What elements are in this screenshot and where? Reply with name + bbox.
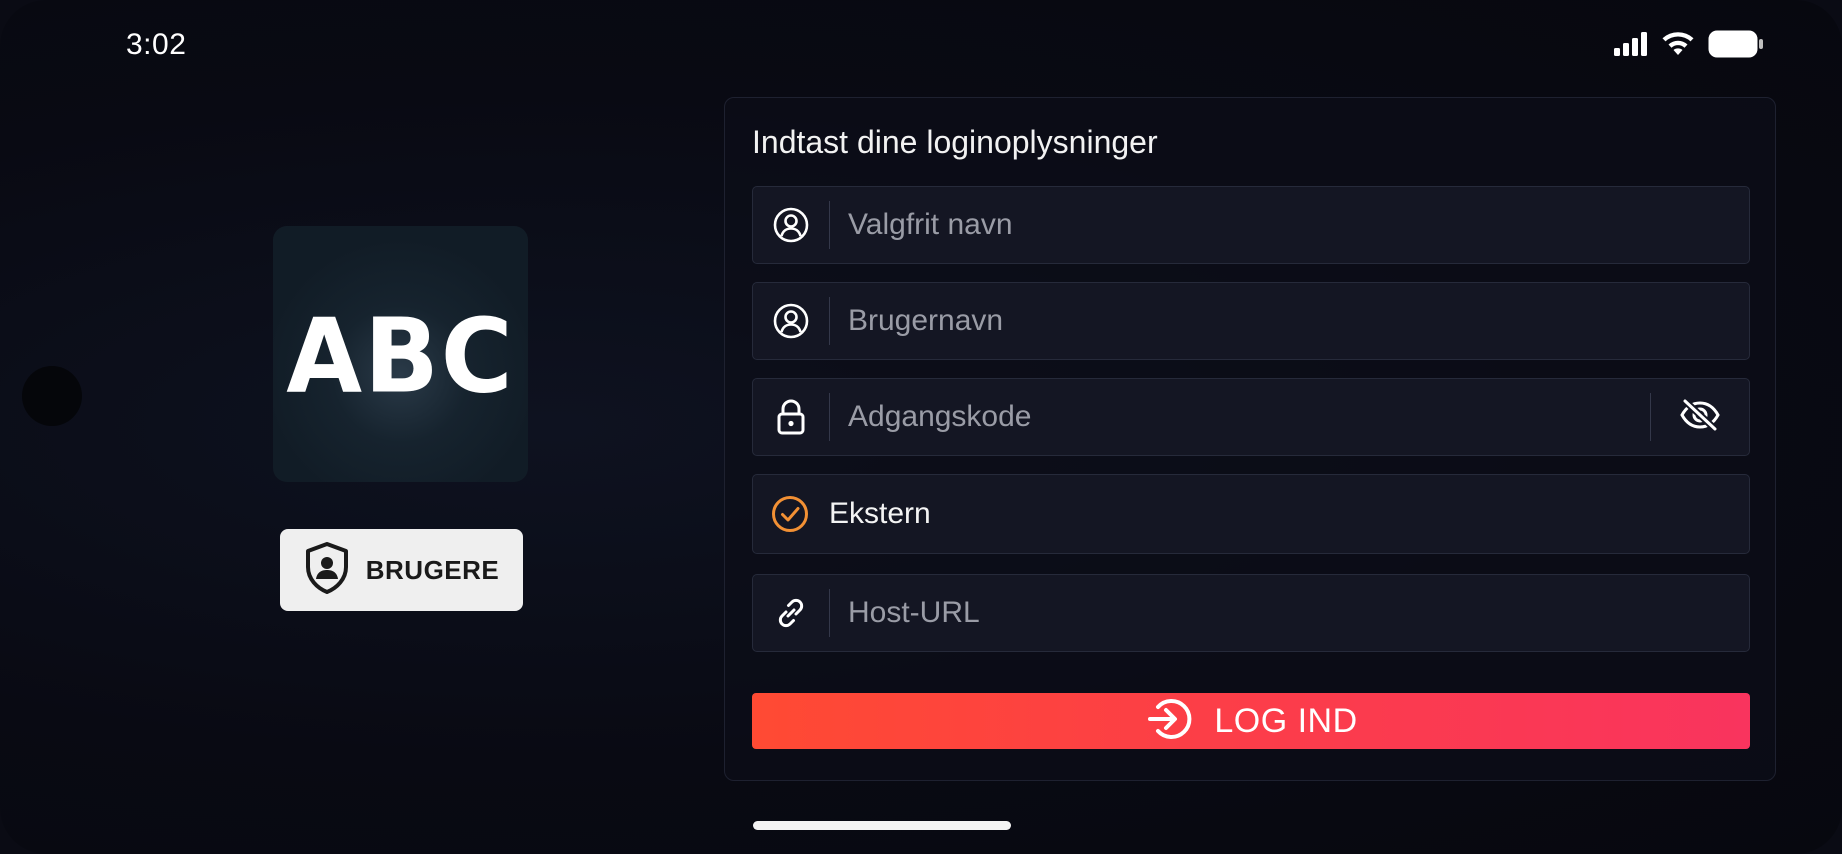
host-url-field xyxy=(752,574,1750,652)
battery-icon xyxy=(1708,30,1764,63)
users-button-label: BRUGERE xyxy=(365,554,500,585)
camera-cutout xyxy=(22,366,82,426)
check-circle-icon xyxy=(753,475,827,553)
app-screen: 3:02 ABC BRUGERE Indtast dine loginoplys… xyxy=(0,0,1842,854)
eye-off-icon xyxy=(1679,397,1721,437)
users-button[interactable]: BRUGERE xyxy=(280,529,523,611)
logo-text: ABC xyxy=(286,297,515,417)
password-field xyxy=(752,378,1750,456)
host-url-input[interactable] xyxy=(830,574,1749,652)
status-icons xyxy=(1614,30,1764,63)
lock-icon xyxy=(753,379,829,455)
login-button-label: LOG IND xyxy=(1214,701,1358,740)
username-field xyxy=(752,282,1750,360)
login-button[interactable]: LOG IND xyxy=(752,693,1750,749)
user-circle-icon xyxy=(753,283,829,359)
external-label: Ekstern xyxy=(829,497,931,530)
name-input[interactable] xyxy=(830,186,1749,264)
wifi-icon xyxy=(1660,31,1696,62)
home-indicator[interactable] xyxy=(753,821,1011,830)
user-shield-icon xyxy=(304,541,350,600)
username-input[interactable] xyxy=(830,282,1749,360)
external-checkbox[interactable]: Ekstern xyxy=(752,474,1750,554)
password-visibility-toggle[interactable] xyxy=(1651,379,1749,455)
name-field xyxy=(752,186,1750,264)
user-circle-icon xyxy=(753,187,829,263)
password-input[interactable] xyxy=(830,378,1650,456)
form-title: Indtast dine loginoplysninger xyxy=(752,124,1158,160)
status-time: 3:02 xyxy=(126,28,187,61)
login-panel: Indtast dine loginoplysninger Valgfrit n… xyxy=(724,97,1776,781)
signal-icon xyxy=(1614,32,1648,61)
link-icon xyxy=(753,575,829,651)
app-logo: ABC xyxy=(273,226,528,482)
login-icon xyxy=(1144,694,1194,749)
